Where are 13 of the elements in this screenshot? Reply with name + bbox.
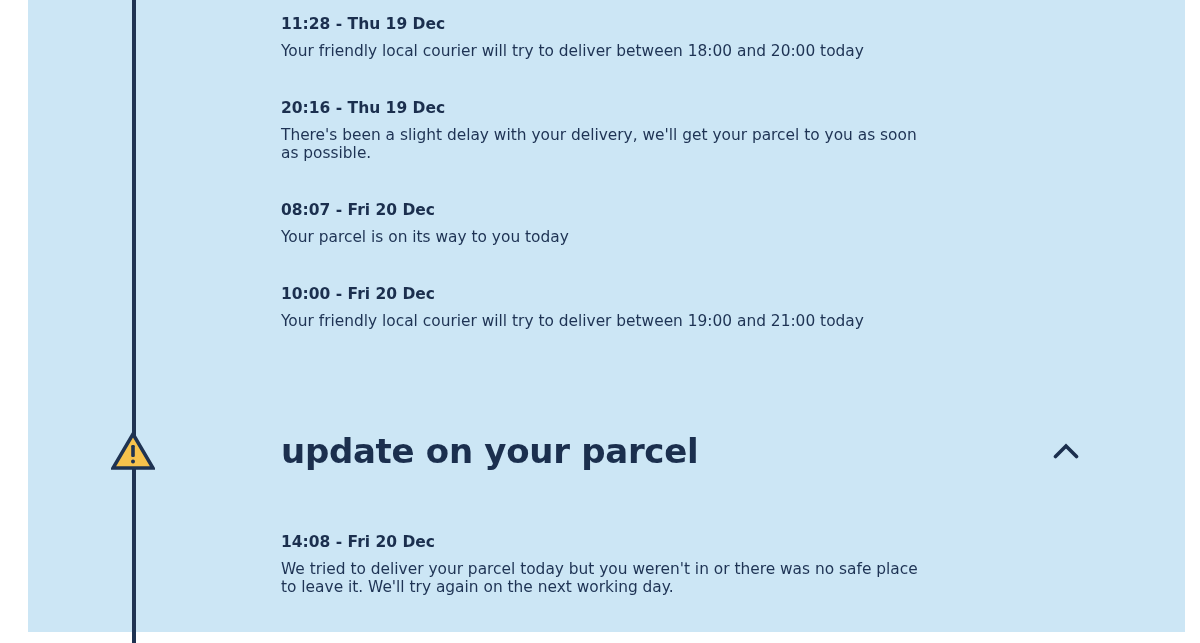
event-message: Your friendly local courier will try to deliver between 18:00 and 20:00 today bbox=[281, 42, 865, 60]
event-time: 10:00 - Fri 20 Dec bbox=[281, 284, 436, 305]
event-message: We tried to deliver your parcel today but you weren't in or there was no safe place to leave it. We'll try again on the next working day. bbox=[281, 560, 918, 596]
event-message: There's been a slight delay with your delivery, we'll get your parcel to you as soon as possible. bbox=[281, 126, 918, 162]
event-time: 14:08 - Fri 20 Dec bbox=[281, 532, 436, 553]
chevron-icon[interactable] bbox=[1053, 443, 1079, 459]
event-time: 20:16 - Thu 19 Dec bbox=[281, 98, 446, 119]
event-message: Your parcel is on its way to you today bbox=[281, 228, 570, 246]
section-title: update on your parcel bbox=[281, 430, 699, 473]
warning-icon bbox=[111, 432, 155, 470]
event-message: Your friendly local courier will try to deliver between 19:00 and 21:00 today bbox=[281, 312, 865, 330]
event-time: 11:28 - Thu 19 Dec bbox=[281, 14, 446, 35]
event-time: 08:07 - Fri 20 Dec bbox=[281, 200, 436, 221]
